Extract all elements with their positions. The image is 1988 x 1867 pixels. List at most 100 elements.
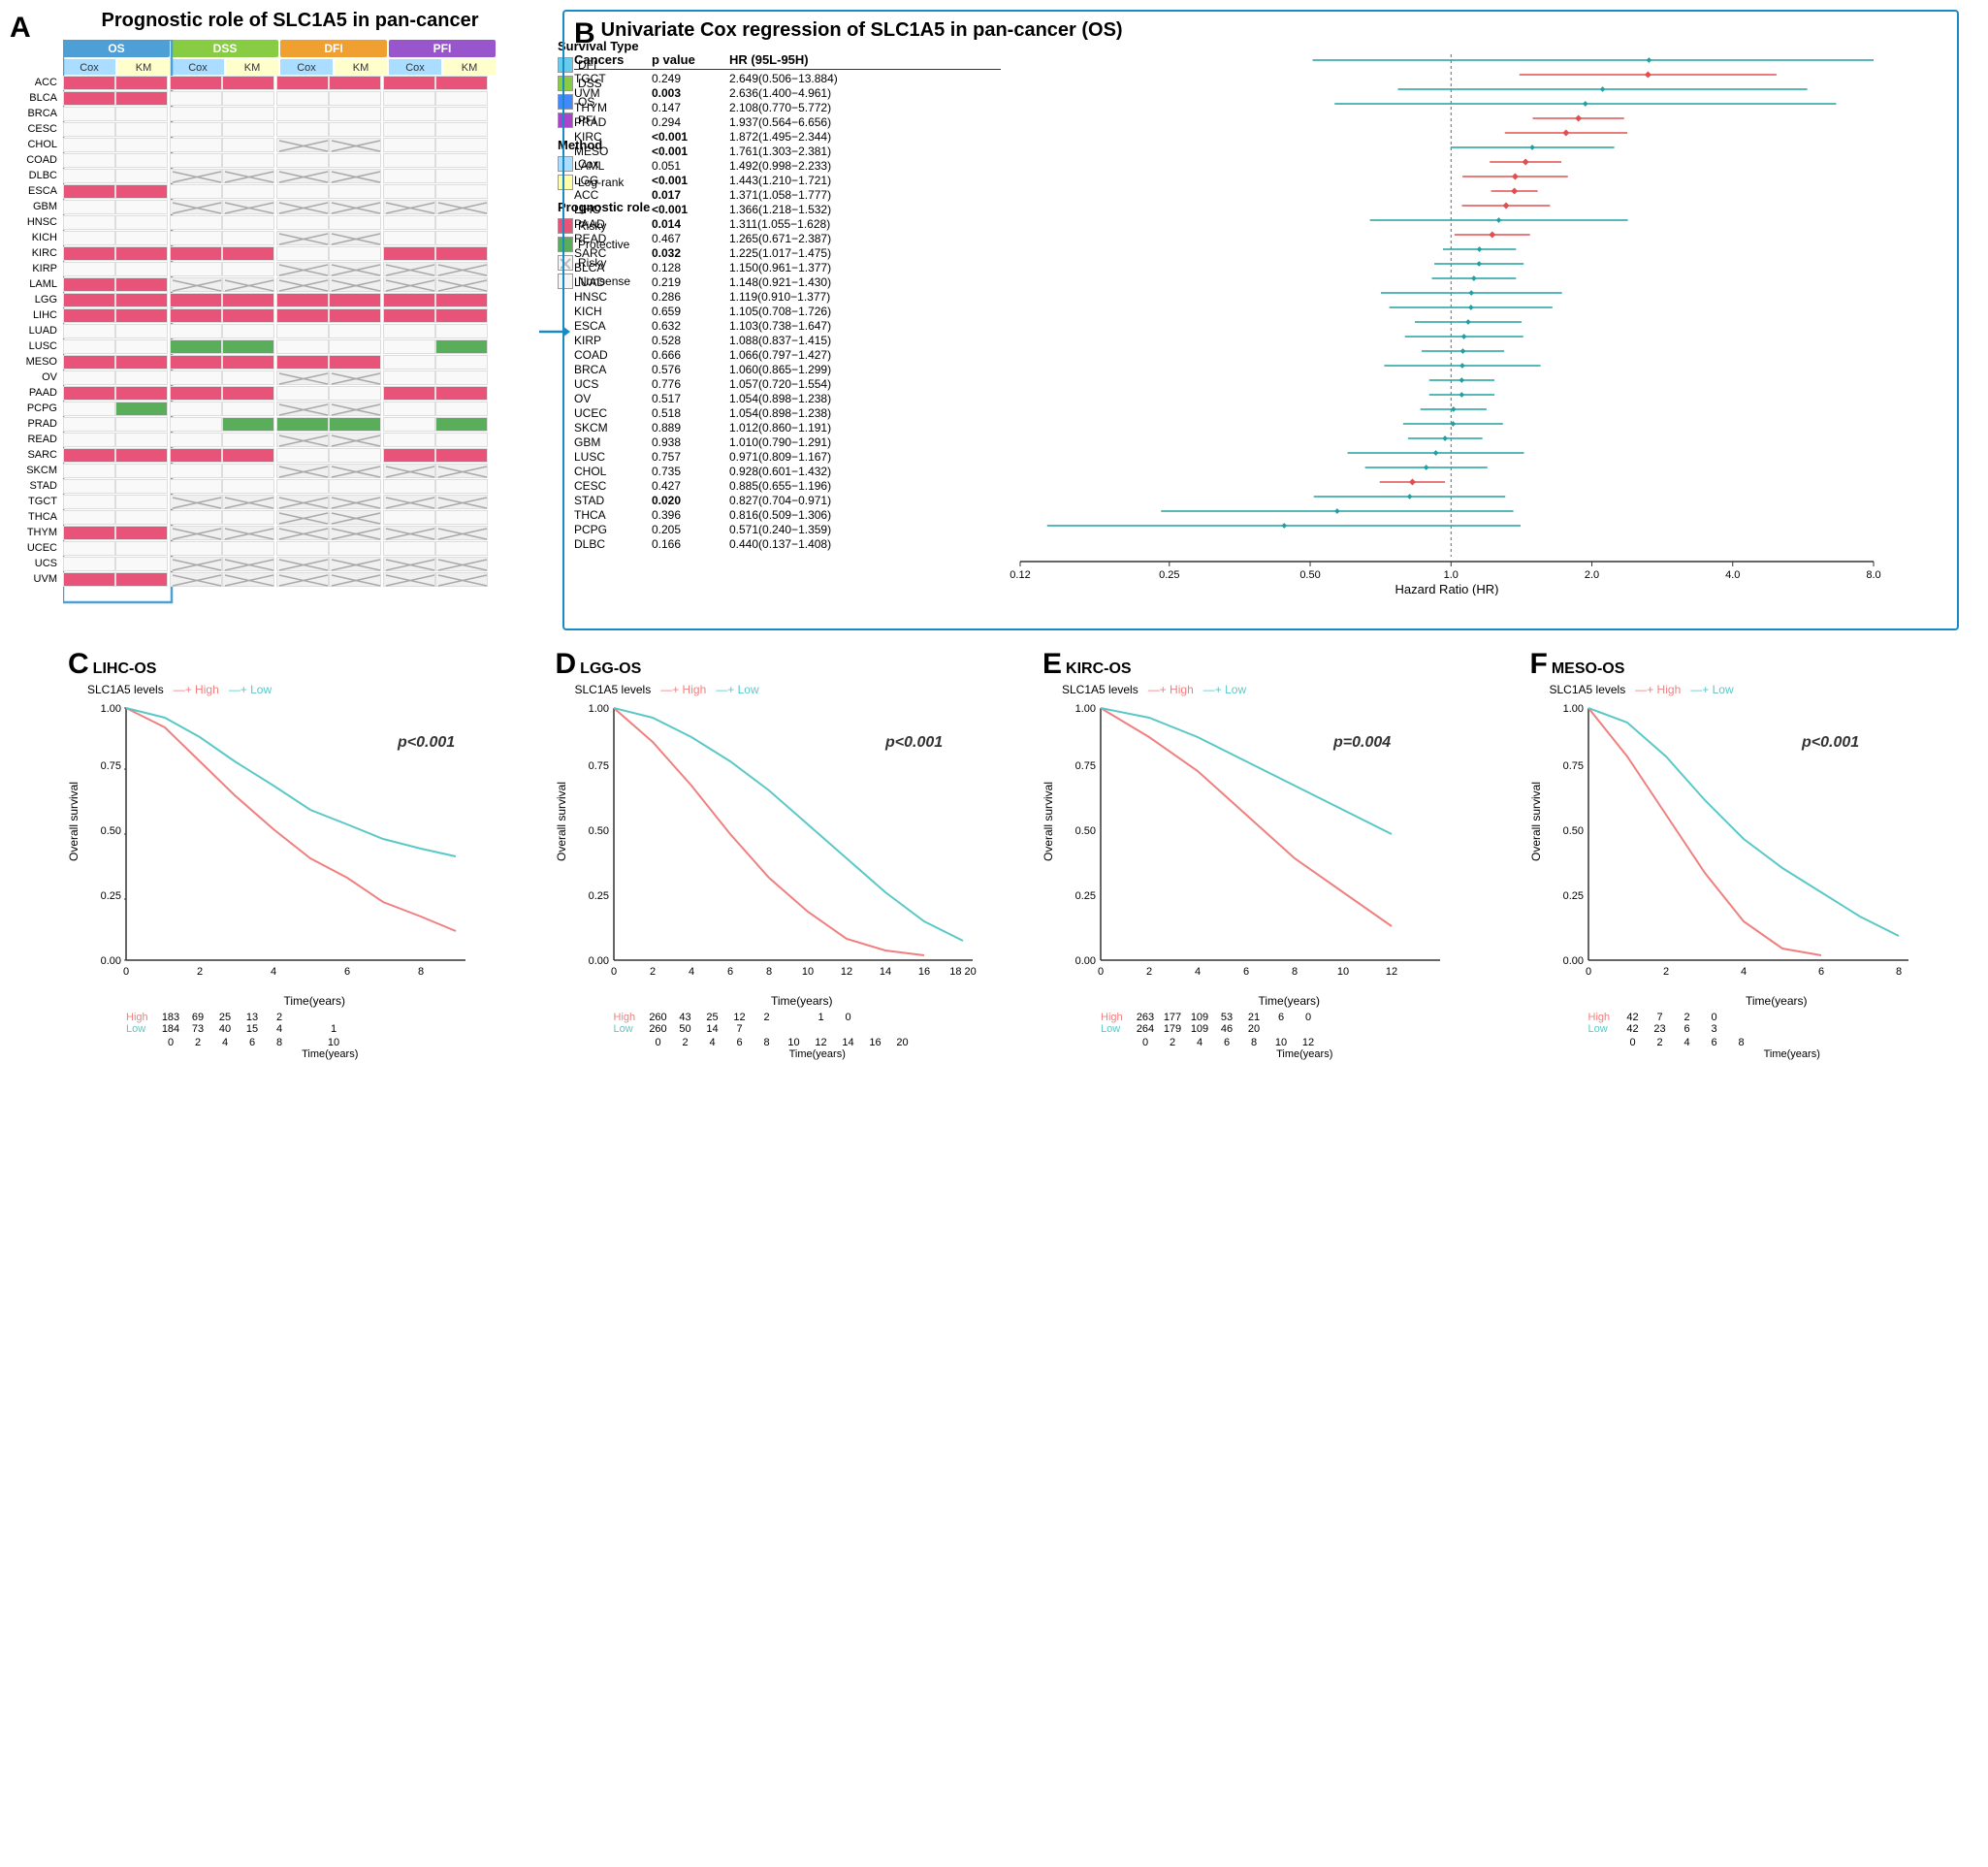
heatmap-cell	[222, 231, 274, 245]
heatmap-cell	[170, 510, 222, 525]
heatmap-row-UCEC: UCEC	[63, 540, 529, 556]
forest-cancer: PCPG	[574, 523, 652, 536]
panel-f-table: High 42 7 2 0 Low 42 23 6 3 0 2 4 6 8 Ti…	[1588, 1012, 1966, 1060]
heatmap-cell	[383, 402, 435, 416]
svg-text:16: 16	[917, 966, 929, 978]
forest-hr: 1.103(0.738−1.647)	[729, 319, 1001, 333]
svg-text:p<0.001: p<0.001	[397, 734, 455, 751]
heatmap-cell	[329, 479, 381, 494]
heatmap-cell	[435, 324, 488, 338]
forest-cancer: STAD	[574, 494, 652, 507]
forest-cancer: ACC	[574, 188, 652, 202]
cancer-label: UCEC	[11, 542, 57, 554]
forest-row: BLCA0.1281.150(0.961−1.377)	[574, 260, 1001, 274]
heatmap-cell	[222, 402, 274, 416]
heatmap-cell	[115, 231, 168, 245]
heatmap-cell	[276, 402, 329, 416]
heatmap-cell	[276, 215, 329, 230]
forest-hr: 1.150(0.961−1.377)	[729, 261, 1001, 274]
svg-text:0.00: 0.00	[101, 955, 121, 967]
forest-cancer: GBM	[574, 435, 652, 449]
cancer-label: UCS	[11, 558, 57, 569]
heatmap-cell	[222, 293, 274, 307]
svg-text:4: 4	[271, 966, 276, 978]
cancer-label: KIRP	[11, 263, 57, 274]
heatmap-cell	[115, 572, 168, 587]
heatmap-cell	[276, 138, 329, 152]
forest-cancer: SARC	[574, 246, 652, 260]
forest-row: UVM0.0032.636(1.400−4.961)	[574, 85, 1001, 100]
svg-text:4.0: 4.0	[1725, 569, 1740, 581]
heatmap-cell	[329, 324, 381, 338]
forest-cancer: SKCM	[574, 421, 652, 435]
svg-text:p=0.004: p=0.004	[1332, 734, 1391, 751]
forest-hr: 1.265(0.671−2.387)	[729, 232, 1001, 245]
forest-pvalue: <0.001	[652, 174, 729, 187]
heatmap-cell	[276, 355, 329, 370]
forest-cancer: CESC	[574, 479, 652, 493]
heatmap-cell	[329, 169, 381, 183]
svg-text:0: 0	[123, 966, 129, 978]
svg-text:KM: KM	[462, 62, 478, 74]
forest-cancer: HNSC	[574, 290, 652, 304]
panel-e-label: E	[1042, 648, 1062, 681]
svg-text:2.0: 2.0	[1585, 569, 1599, 581]
heatmap-cell	[170, 107, 222, 121]
forest-row: THYM0.1472.108(0.770−5.772)	[574, 100, 1001, 114]
heatmap-row-KICH: KICH	[63, 230, 529, 245]
heatmap-cell	[329, 526, 381, 540]
forest-pvalue: <0.001	[652, 130, 729, 144]
heatmap-cell	[170, 339, 222, 354]
panel-d-title: LGG-OS	[580, 660, 641, 678]
heatmap-cell	[63, 572, 115, 587]
forest-svg: 0.120.250.501.02.04.08.0Hazard Ratio (HR…	[1001, 52, 1922, 596]
km-section: C LIHC-OS SLC1A5 levels —+ High —+ Low O…	[10, 640, 1969, 1852]
heatmap-cell	[383, 526, 435, 540]
panel-f-ylabel: Overall survival	[1529, 782, 1543, 861]
svg-text:8: 8	[1292, 966, 1298, 978]
heatmap-row-READ: READ	[63, 432, 529, 447]
forest-hr: 0.971(0.809−1.167)	[729, 450, 1001, 464]
forest-cancer: KIRC	[574, 130, 652, 144]
heatmap-cell	[329, 386, 381, 401]
heatmap-cell	[383, 386, 435, 401]
svg-text:6: 6	[726, 966, 732, 978]
cancer-label: READ	[11, 434, 57, 445]
heatmap-row-CHOL: CHOL	[63, 137, 529, 152]
forest-hr: 1.066(0.797−1.427)	[729, 348, 1001, 362]
heatmap-cell	[63, 433, 115, 447]
heatmap-cell	[63, 169, 115, 183]
heatmap-cell	[435, 231, 488, 245]
heatmap-cell	[115, 308, 168, 323]
forest-cancer: MESO	[574, 145, 652, 158]
heatmap-cell	[63, 215, 115, 230]
heatmap-cell	[383, 184, 435, 199]
heatmap-cell	[222, 246, 274, 261]
heatmap-cell	[435, 76, 488, 90]
heatmap-cell	[435, 169, 488, 183]
heatmap-cell	[383, 417, 435, 432]
cancer-label: PAAD	[11, 387, 57, 399]
cancer-label: PRAD	[11, 418, 57, 430]
panel-e-subtitle: SLC1A5 levels —+ High —+ Low	[1062, 683, 1478, 696]
svg-text:Cox: Cox	[188, 62, 208, 74]
heatmap-cell	[222, 526, 274, 540]
forest-cancer: DLBC	[574, 537, 652, 551]
heatmap-cell	[435, 386, 488, 401]
svg-text:12: 12	[840, 966, 851, 978]
heatmap-cell	[329, 122, 381, 137]
heatmap-cell	[383, 370, 435, 385]
heatmap-cell	[329, 464, 381, 478]
svg-text:0.75: 0.75	[1562, 760, 1583, 772]
heatmap-cell	[170, 308, 222, 323]
heatmap-cell	[170, 464, 222, 478]
heatmap-cell	[276, 339, 329, 354]
forest-pvalue: 0.014	[652, 217, 729, 231]
forest-cancer: UCEC	[574, 406, 652, 420]
heatmap-cell	[170, 262, 222, 276]
forest-pvalue: 0.396	[652, 508, 729, 522]
heatmap-cell	[435, 557, 488, 571]
panel-f-label: F	[1530, 648, 1548, 681]
heatmap-cell	[329, 107, 381, 121]
forest-row: LGG<0.0011.443(1.210−1.721)	[574, 173, 1001, 187]
